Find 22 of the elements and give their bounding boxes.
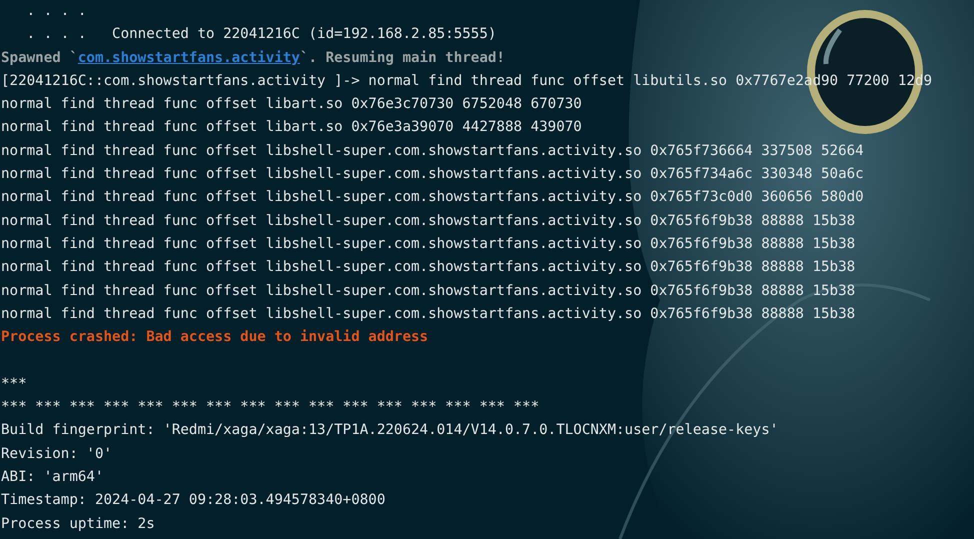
terminal-line: normal find thread func offset libshell-super.com.showstartfans.activity.so 0x765f736664 337508 52664 <box>1 142 864 161</box>
package-link[interactable]: com.showstartfans.activity <box>78 50 300 66</box>
terminal-line: *** *** *** *** *** *** *** *** *** *** *** *** *** *** *** *** <box>1 398 540 418</box>
terminal-line: normal find thread func offset libshell-super.com.showstartfans.activity.so 0x765f73c0d0 360656 580d0 <box>1 188 864 208</box>
terminal-line: ABI: 'arm64' <box>1 468 104 487</box>
error-message: Process crashed: Bad access due to invalid address <box>1 328 428 348</box>
terminal-line: Spawned `com.showstartfans.activity`. Resuming main thread! <box>1 48 505 68</box>
terminal-line: normal find thread func offset libart.so 0x76e3a39070 4427888 439070 <box>1 118 582 138</box>
terminal-line: normal find thread func offset libart.so 0x76e3c70730 6752048 670730 <box>1 95 582 114</box>
terminal-line: normal find thread func offset libshell-super.com.showstartfans.activity.so 0x765f6f9b38 88888 15b38 <box>1 234 856 254</box>
terminal-line: normal find thread func offset libshell-super.com.showstartfans.activity.so 0x765f6f9b38 88888 15b38 <box>1 258 856 278</box>
terminal-line: . . . . Connected to 22041216C (id=192.168.2.85:5555) <box>26 25 496 44</box>
terminal-line: normal find thread func offset libshell-super.com.showstartfans.activity.so 0x765f734a6c 330348 50a6c <box>1 165 864 184</box>
terminal-line: Process uptime: 2s <box>1 514 155 534</box>
terminal-line: normal find thread func offset libshell-super.com.showstartfans.activity.so 0x765f6f9b38 88888 15b38 <box>1 304 856 324</box>
terminal-line: Revision: '0' <box>1 444 112 464</box>
terminal-line: . . . . <box>26 2 86 21</box>
terminal-line: Build fingerprint: 'Redmi/xaga/xaga:13/TP1A.220624.014/V14.0.7.0.TLOCNXM:user/release-keys' <box>1 421 778 440</box>
terminal-line: Timestamp: 2024-04-27 09:28:03.494578340+0800 <box>1 491 386 510</box>
terminal-line: normal find thread func offset libshell-super.com.showstartfans.activity.so 0x765f6f9b38 88888 15b38 <box>1 282 856 301</box>
terminal-line: *** <box>1 374 27 394</box>
terminal-line: normal find thread func offset libshell-super.com.showstartfans.activity.so 0x765f6f9b38 88888 15b38 <box>1 212 856 231</box>
